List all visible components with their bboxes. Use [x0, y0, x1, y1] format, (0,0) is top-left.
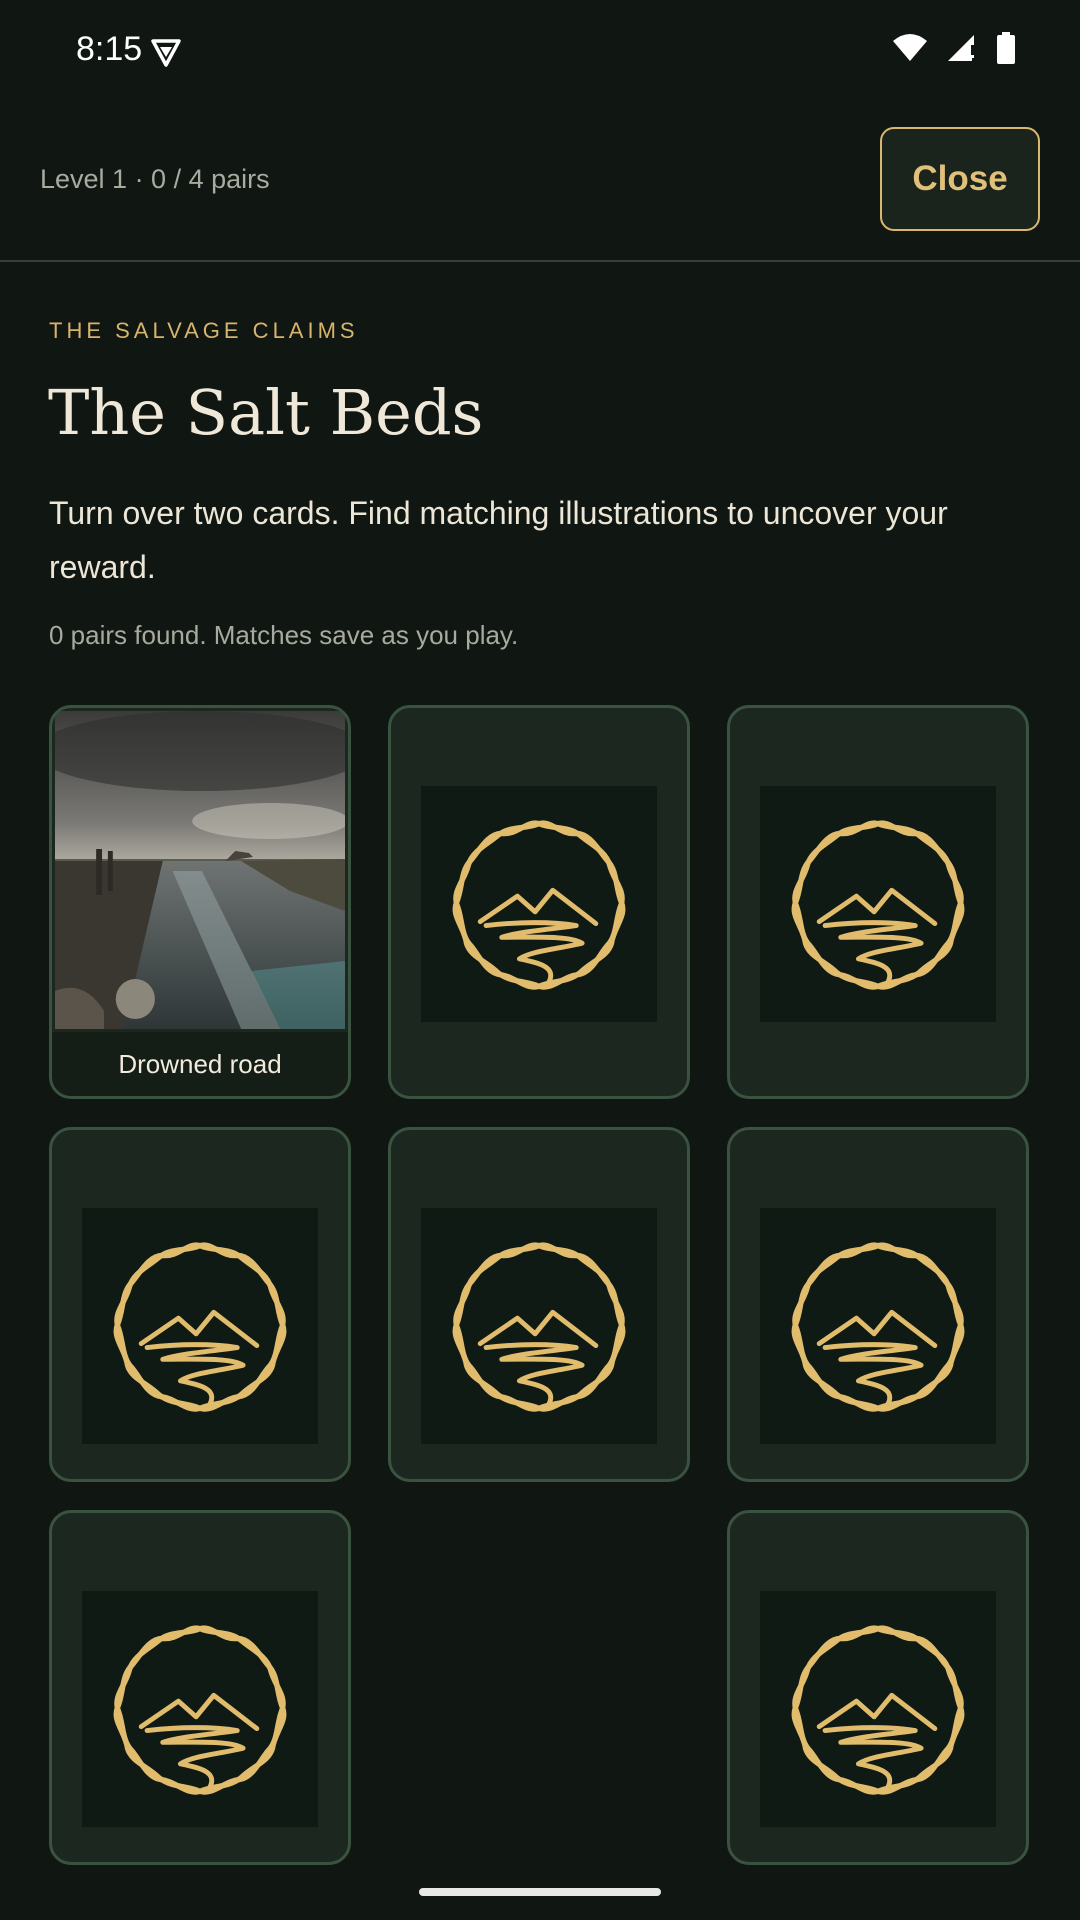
collection-eyebrow: THE SALVAGE CLAIMS: [49, 318, 359, 343]
drowned-road-illustration: [55, 711, 345, 1029]
card-back: [760, 1208, 996, 1444]
home-indicator[interactable]: [419, 1888, 661, 1896]
river-emblem-icon: [441, 1228, 637, 1424]
level-progress: Level 1 · 0 / 4 pairs: [40, 164, 270, 194]
status-bar: 8:15: [0, 0, 1080, 100]
memory-card[interactable]: [388, 705, 690, 1099]
river-emblem-icon: [780, 1611, 976, 1807]
river-emblem-icon: [102, 1611, 298, 1807]
card-back: [421, 786, 657, 1022]
memory-card[interactable]: [727, 705, 1029, 1099]
memory-card[interactable]: [49, 1127, 351, 1482]
wifi-icon: [893, 34, 927, 61]
status-time: 8:15: [76, 30, 143, 68]
card-back: [82, 1591, 318, 1827]
card-back: [82, 1208, 318, 1444]
card-caption: Drowned road: [52, 1032, 348, 1096]
memory-card[interactable]: [727, 1510, 1029, 1865]
memory-card-revealed[interactable]: Drowned road: [49, 705, 351, 1099]
vpn-shield-icon: [151, 39, 181, 67]
signal-icon: [948, 35, 975, 61]
card-back: [760, 1591, 996, 1827]
river-emblem-icon: [780, 806, 976, 1002]
memory-card[interactable]: [727, 1127, 1029, 1482]
page-title: The Salt Beds: [48, 376, 484, 449]
instructions: Turn over two cards. Find matching illus…: [49, 495, 948, 585]
river-emblem-icon: [441, 806, 637, 1002]
game-header: Level 1 · 0 / 4 pairs Close: [0, 100, 1080, 262]
close-button[interactable]: Close: [880, 127, 1040, 231]
river-emblem-icon: [102, 1228, 298, 1424]
battery-icon: [997, 32, 1015, 64]
river-emblem-icon: [780, 1228, 976, 1424]
memory-card[interactable]: [49, 1510, 351, 1865]
memory-card[interactable]: [388, 1127, 690, 1482]
card-back: [421, 1208, 657, 1444]
card-back: [760, 786, 996, 1022]
pairs-status: 0 pairs found. Matches save as you play.: [49, 620, 519, 650]
